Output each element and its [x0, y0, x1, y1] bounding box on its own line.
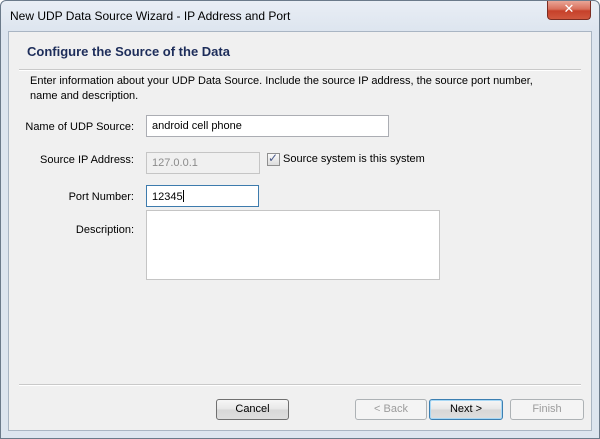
- wizard-header: Configure the Source of the Data: [9, 32, 591, 72]
- page-title: Configure the Source of the Data: [27, 44, 230, 59]
- description-label: Description:: [75, 224, 134, 236]
- wizard-window: New UDP Data Source Wizard - IP Address …: [0, 0, 600, 439]
- name-input-value: android cell phone: [152, 120, 242, 132]
- wizard-content: Configure the Source of the Data Enter i…: [8, 31, 592, 431]
- ip-address-label: Source IP Address:: [40, 154, 134, 166]
- text-caret: [182, 190, 184, 202]
- cancel-button[interactable]: Cancel: [216, 399, 289, 420]
- name-input[interactable]: android cell phone: [146, 115, 389, 137]
- footer-divider: [19, 384, 581, 386]
- port-input[interactable]: 12345: [146, 185, 259, 207]
- back-button[interactable]: < Back: [355, 399, 427, 420]
- description-textarea[interactable]: [146, 210, 440, 280]
- close-button[interactable]: ✕: [547, 1, 591, 20]
- header-divider: [19, 69, 581, 71]
- name-label: Name of UDP Source:: [25, 121, 134, 133]
- same-system-label[interactable]: Source system is this system: [283, 153, 425, 165]
- same-system-checkbox[interactable]: ✓: [267, 151, 280, 166]
- checkmark-icon: ✓: [268, 151, 279, 165]
- instructions-text: Enter information about your UDP Data So…: [30, 75, 533, 102]
- close-icon: ✕: [563, 2, 575, 17]
- port-label: Port Number:: [68, 191, 134, 203]
- next-button[interactable]: Next >: [429, 399, 503, 420]
- port-input-value: 12345: [152, 191, 183, 203]
- finish-button[interactable]: Finish: [510, 399, 584, 420]
- window-title: New UDP Data Source Wizard - IP Address …: [10, 9, 291, 23]
- ip-address-value: 127.0.0.1: [152, 157, 198, 169]
- ip-address-input[interactable]: 127.0.0.1: [146, 152, 260, 174]
- title-bar[interactable]: New UDP Data Source Wizard - IP Address …: [1, 1, 599, 31]
